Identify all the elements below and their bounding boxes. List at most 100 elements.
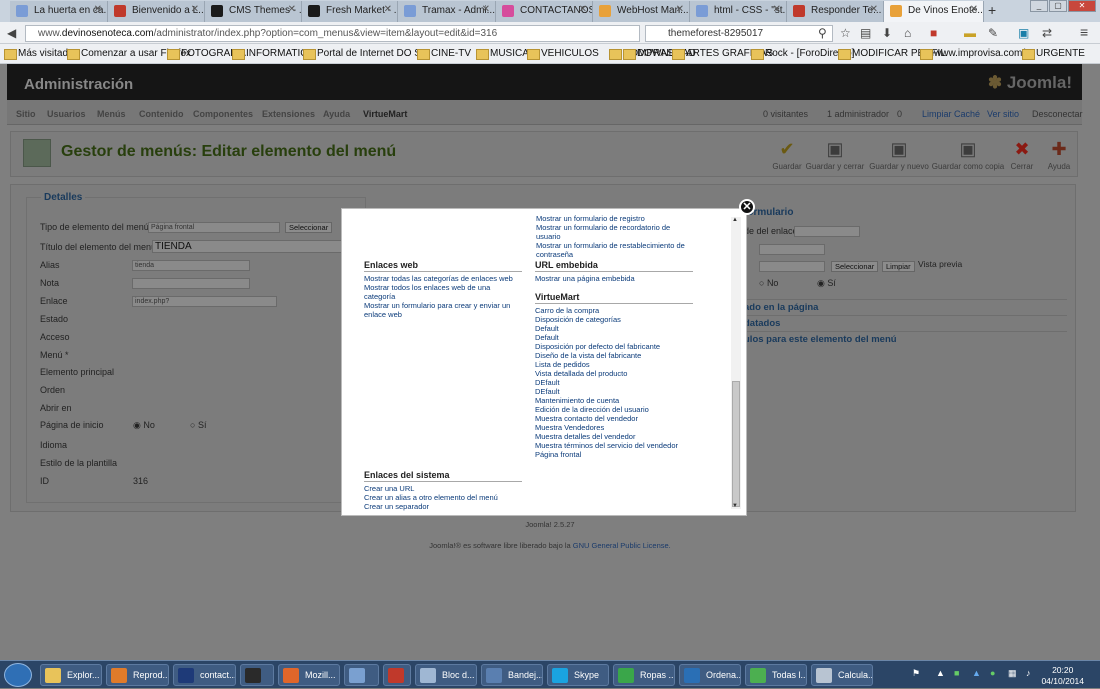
close-tab-icon[interactable]: ✕ bbox=[288, 4, 296, 15]
addon-icon[interactable]: ■ bbox=[930, 26, 937, 40]
right-no-radio[interactable]: ○ No bbox=[759, 278, 778, 288]
taskbar-item[interactable]: Explor... bbox=[40, 664, 102, 686]
menu-item-sitio[interactable]: Sitio bbox=[16, 109, 36, 119]
menu-item-componentes[interactable]: Componentes bbox=[193, 109, 253, 119]
bookmark-item[interactable]: Portal de Internet DO S... bbox=[303, 48, 429, 60]
browser-tab[interactable]: WebHost Man... ✕ bbox=[593, 1, 690, 22]
menu-item-ayuda[interactable]: Ayuda bbox=[323, 109, 350, 119]
link-title-input[interactable] bbox=[794, 226, 860, 237]
title-input[interactable]: TIENDA bbox=[152, 240, 352, 253]
close-tab-icon[interactable]: ✕ bbox=[970, 4, 978, 15]
volume-icon[interactable]: ♪ bbox=[1026, 668, 1031, 678]
reset-link[interactable]: Mostrar un formulario de restablecimient… bbox=[536, 241, 686, 259]
right-clear-button[interactable]: Limpiar bbox=[882, 261, 915, 272]
registration-link[interactable]: Mostrar un formulario de registro bbox=[536, 214, 696, 223]
modal-close-icon[interactable]: ✕ bbox=[739, 199, 755, 215]
modal-link[interactable]: Página frontal bbox=[535, 450, 695, 459]
addon-icon[interactable]: ▣ bbox=[1018, 26, 1029, 40]
modal-link[interactable]: Mostrar todas las categorías de enlaces … bbox=[364, 274, 522, 283]
modal-link[interactable]: Mostrar una página embebida bbox=[535, 274, 693, 283]
scroll-thumb[interactable] bbox=[732, 381, 740, 507]
arrow-up-icon[interactable]: ▲ bbox=[936, 668, 945, 678]
network-icon[interactable]: ▦ bbox=[1008, 668, 1017, 679]
logout-link[interactable]: Desconectar bbox=[1032, 109, 1083, 119]
menu-item-virtuemart[interactable]: VirtueMart bbox=[363, 109, 407, 119]
new-tab-button[interactable]: + bbox=[988, 2, 996, 18]
close-tab-icon[interactable]: ✕ bbox=[870, 4, 878, 15]
modal-link[interactable]: Diseño de la vista del fabricante bbox=[535, 351, 695, 360]
view-site-link[interactable]: Ver sitio bbox=[987, 109, 1019, 119]
modal-link[interactable]: DEfault bbox=[535, 387, 695, 396]
alias-input[interactable]: tienda bbox=[132, 260, 250, 271]
back-icon[interactable]: ◀ bbox=[7, 26, 16, 40]
menu-item-contenido[interactable]: Contenido bbox=[139, 109, 184, 119]
modal-link[interactable]: Lista de pedidos bbox=[535, 360, 695, 369]
modal-link[interactable]: Muestra detalles del vendedor bbox=[535, 432, 695, 441]
modal-link[interactable]: Vista detallada del producto bbox=[535, 369, 695, 378]
taskbar-item[interactable] bbox=[344, 664, 379, 686]
right-input-1[interactable] bbox=[759, 244, 825, 255]
link-input[interactable]: index.php?option=com_virtuemart&view=vir… bbox=[132, 296, 277, 307]
modal-link[interactable]: Mostrar todos los enlaces web de una cat… bbox=[364, 283, 522, 301]
close-tab-icon[interactable]: ✕ bbox=[94, 4, 102, 15]
right-yes-radio[interactable]: ◉ Sí bbox=[817, 278, 836, 289]
browser-tab[interactable]: Fresh Market - ... ✕ bbox=[302, 1, 398, 22]
close-tab-icon[interactable]: ✕ bbox=[191, 4, 199, 15]
bookmark-item[interactable]: MUSICA bbox=[476, 48, 529, 60]
maximize-icon[interactable]: ▢ bbox=[1049, 0, 1067, 12]
close-button[interactable]: ✖ Cerrar bbox=[1007, 138, 1037, 171]
home-icon[interactable]: ⌂ bbox=[904, 26, 911, 40]
taskbar-item[interactable]: Bandej... bbox=[481, 664, 543, 686]
clock[interactable]: 20:20 04/10/2014 bbox=[1041, 665, 1084, 687]
browser-tab[interactable]: Responder Te... ✕ bbox=[787, 1, 884, 22]
modal-link[interactable]: Muestra Vendedores bbox=[535, 423, 695, 432]
flag-icon[interactable]: ⚑ bbox=[912, 668, 920, 679]
home-yes-radio[interactable]: ○ Sí bbox=[190, 420, 206, 430]
taskbar-item[interactable]: contact... bbox=[173, 664, 236, 686]
section-metadata[interactable]: datados bbox=[744, 315, 1067, 331]
taskbar-item[interactable]: Mozill... bbox=[278, 664, 340, 686]
bookmark-item[interactable]: VEHICULOS bbox=[527, 48, 599, 60]
tray-app-icon[interactable]: ■ bbox=[954, 668, 959, 678]
bookmark-item[interactable]: www.improvisa.com/... bbox=[920, 48, 1033, 60]
menu-item-extensiones[interactable]: Extensiones bbox=[262, 109, 315, 119]
remind-link[interactable]: Mostrar un formulario de recordatorio de… bbox=[536, 223, 696, 241]
menu-item-menus[interactable]: Menús bbox=[97, 109, 126, 119]
modal-scrollbar[interactable]: ▲ ▼ bbox=[731, 217, 741, 509]
tray-app-icon[interactable]: ▲ bbox=[972, 668, 981, 678]
save-button[interactable]: ✔ Guardar bbox=[767, 138, 807, 171]
scroll-down-icon[interactable]: ▼ bbox=[732, 503, 738, 509]
browser-tab[interactable]: CONTACTANOS ✕ bbox=[496, 1, 593, 22]
modal-link[interactable]: Carro de la compra bbox=[535, 306, 695, 315]
modal-link[interactable]: Default bbox=[535, 333, 695, 342]
type-field[interactable]: Página frontal bbox=[148, 222, 280, 233]
taskbar-item[interactable]: Ropas ... bbox=[613, 664, 675, 686]
browser-tab[interactable]: CMS Themes - ... ✕ bbox=[205, 1, 302, 22]
taskbar-item[interactable] bbox=[383, 664, 411, 686]
taskbar-item[interactable]: Reprod... bbox=[106, 664, 169, 686]
save-copy-button[interactable]: ▣ Guardar como copia bbox=[931, 138, 1005, 171]
modal-link[interactable]: Disposición por defecto del fabricante bbox=[535, 342, 695, 351]
modal-link[interactable]: DEfault bbox=[535, 378, 695, 387]
search-input[interactable]: themeforest-8295017 bbox=[645, 25, 833, 42]
save-close-button[interactable]: ▣ Guardar y cerrar bbox=[805, 138, 865, 171]
menu-item-usuarios[interactable]: Usuarios bbox=[47, 109, 86, 119]
browser-tab[interactable]: De Vinos Enote... ✕ bbox=[884, 1, 984, 22]
modal-link[interactable]: Mostrar un formulario para crear y envia… bbox=[364, 301, 514, 319]
modal-link[interactable]: Crear una URL bbox=[364, 484, 522, 493]
help-button[interactable]: ✚ Ayuda bbox=[1043, 138, 1075, 171]
taskbar-item[interactable]: Todas l... bbox=[745, 664, 807, 686]
taskbar-item[interactable]: Skype bbox=[547, 664, 609, 686]
close-tab-icon[interactable]: ✕ bbox=[676, 4, 684, 15]
addon-icon[interactable]: ▬ bbox=[964, 26, 976, 40]
taskbar-item[interactable] bbox=[240, 664, 274, 686]
modal-link[interactable]: Muestra términos del servicio del vended… bbox=[535, 441, 695, 450]
modal-link[interactable]: Edición de la dirección del usuario bbox=[535, 405, 695, 414]
select-type-button[interactable]: Seleccionar bbox=[285, 222, 333, 233]
pen-icon[interactable]: ✎ bbox=[988, 26, 998, 40]
addon-icon[interactable]: ⇄ bbox=[1042, 26, 1052, 40]
bookmarks-icon[interactable]: ▤ bbox=[860, 26, 871, 40]
bookmark-item[interactable]: CINE-TV bbox=[417, 48, 471, 60]
taskbar-item[interactable]: Bloc d... bbox=[415, 664, 477, 686]
browser-tab[interactable]: Bienvenido a L... ✕ bbox=[108, 1, 205, 22]
